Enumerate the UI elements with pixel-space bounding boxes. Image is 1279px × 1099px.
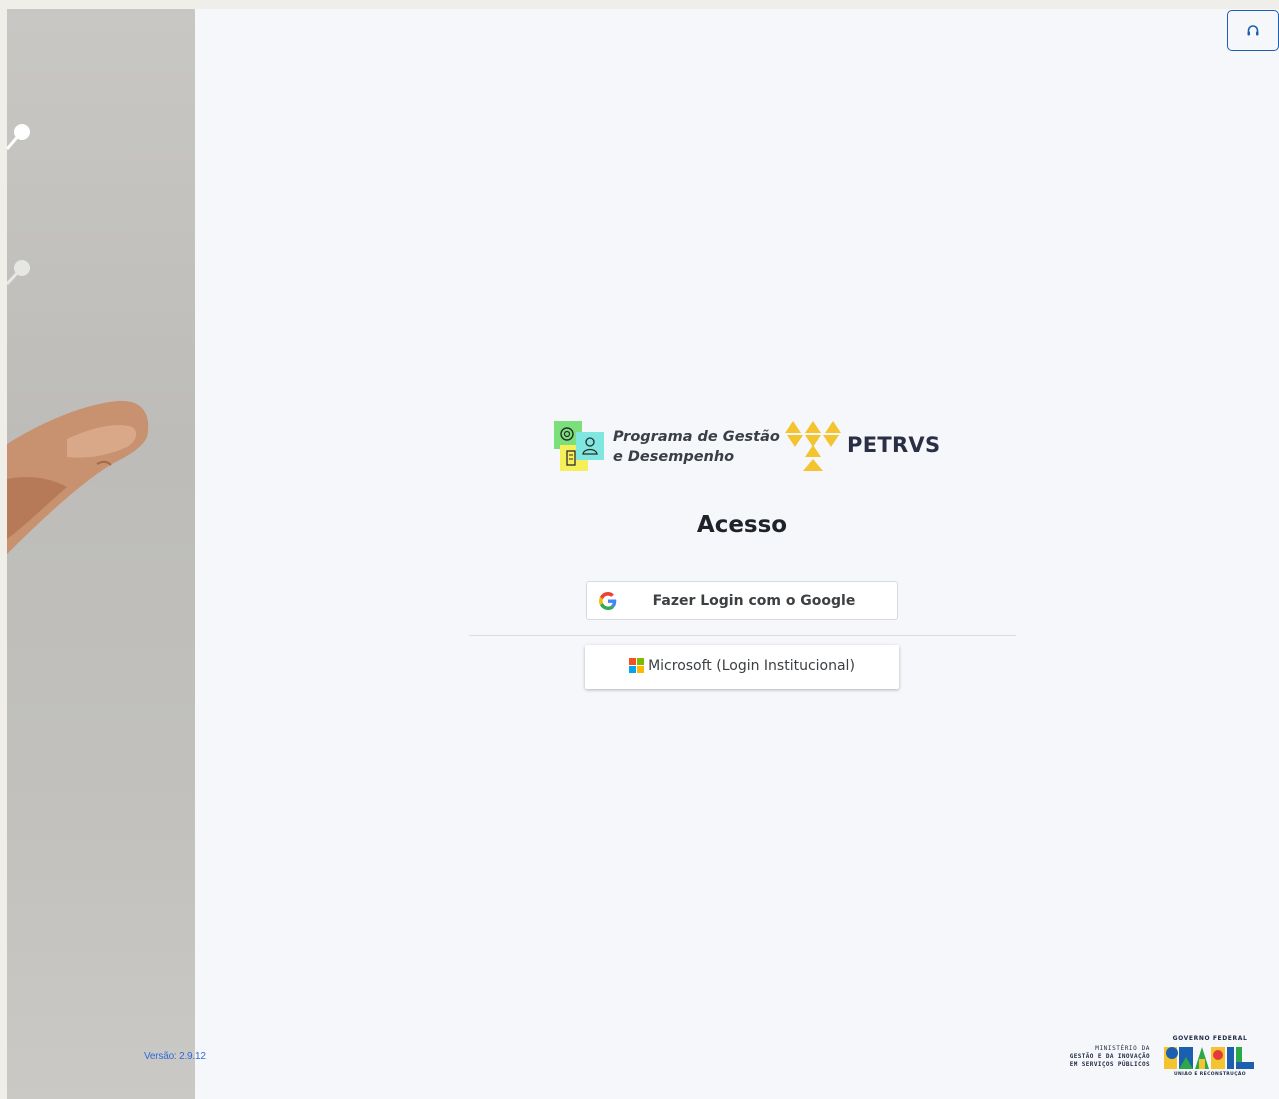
branding: Programa de Gestão e Desempenho PETRVS bbox=[554, 421, 944, 473]
google-login-label: Fazer Login com o Google bbox=[652, 593, 856, 609]
divider bbox=[469, 635, 1016, 636]
program-title: Programa de Gestão e Desempenho bbox=[613, 427, 780, 467]
login-page: Versão: 2.9.12 Programa de Gestão e Dese… bbox=[7, 9, 1279, 1099]
microsoft-icon bbox=[629, 658, 645, 673]
program-title-line1: Programa de Gestão bbox=[613, 429, 780, 445]
microsoft-login-button[interactable]: Microsoft (Login Institucional) bbox=[585, 645, 899, 689]
ministry-line1: MINISTÉRIO DA bbox=[1095, 1045, 1150, 1052]
program-title-line2: e Desempenho bbox=[613, 449, 735, 465]
hand-illustration bbox=[7, 124, 149, 554]
google-login-button[interactable]: Fazer Login com o Google bbox=[586, 581, 898, 620]
page-title: Acesso bbox=[696, 512, 788, 538]
ministry-logo-text: MINISTÉRIO DA GESTÃO E DA INOVAÇÃO EM SE… bbox=[1042, 1045, 1150, 1069]
headset-icon bbox=[1247, 24, 1259, 35]
side-photo bbox=[7, 9, 195, 1099]
ministry-line2: GESTÃO E DA INOVAÇÃO bbox=[1069, 1053, 1150, 1060]
petrvs-wordmark: PETRVS bbox=[847, 433, 941, 457]
support-button[interactable] bbox=[1227, 10, 1279, 51]
program-logo-icon bbox=[554, 421, 604, 471]
brasil-gov-logo bbox=[1164, 1047, 1254, 1069]
gov-slogan: UNIÃO E RECONSTRUÇÃO bbox=[1173, 1072, 1247, 1077]
microsoft-login-label: Microsoft (Login Institucional) bbox=[648, 658, 855, 674]
version-label: Versão: 2.9.12 bbox=[144, 1051, 206, 1062]
ministry-line3: EM SERVIÇOS PÚBLICOS bbox=[1069, 1061, 1150, 1068]
petrvs-logo-mark bbox=[785, 421, 841, 471]
